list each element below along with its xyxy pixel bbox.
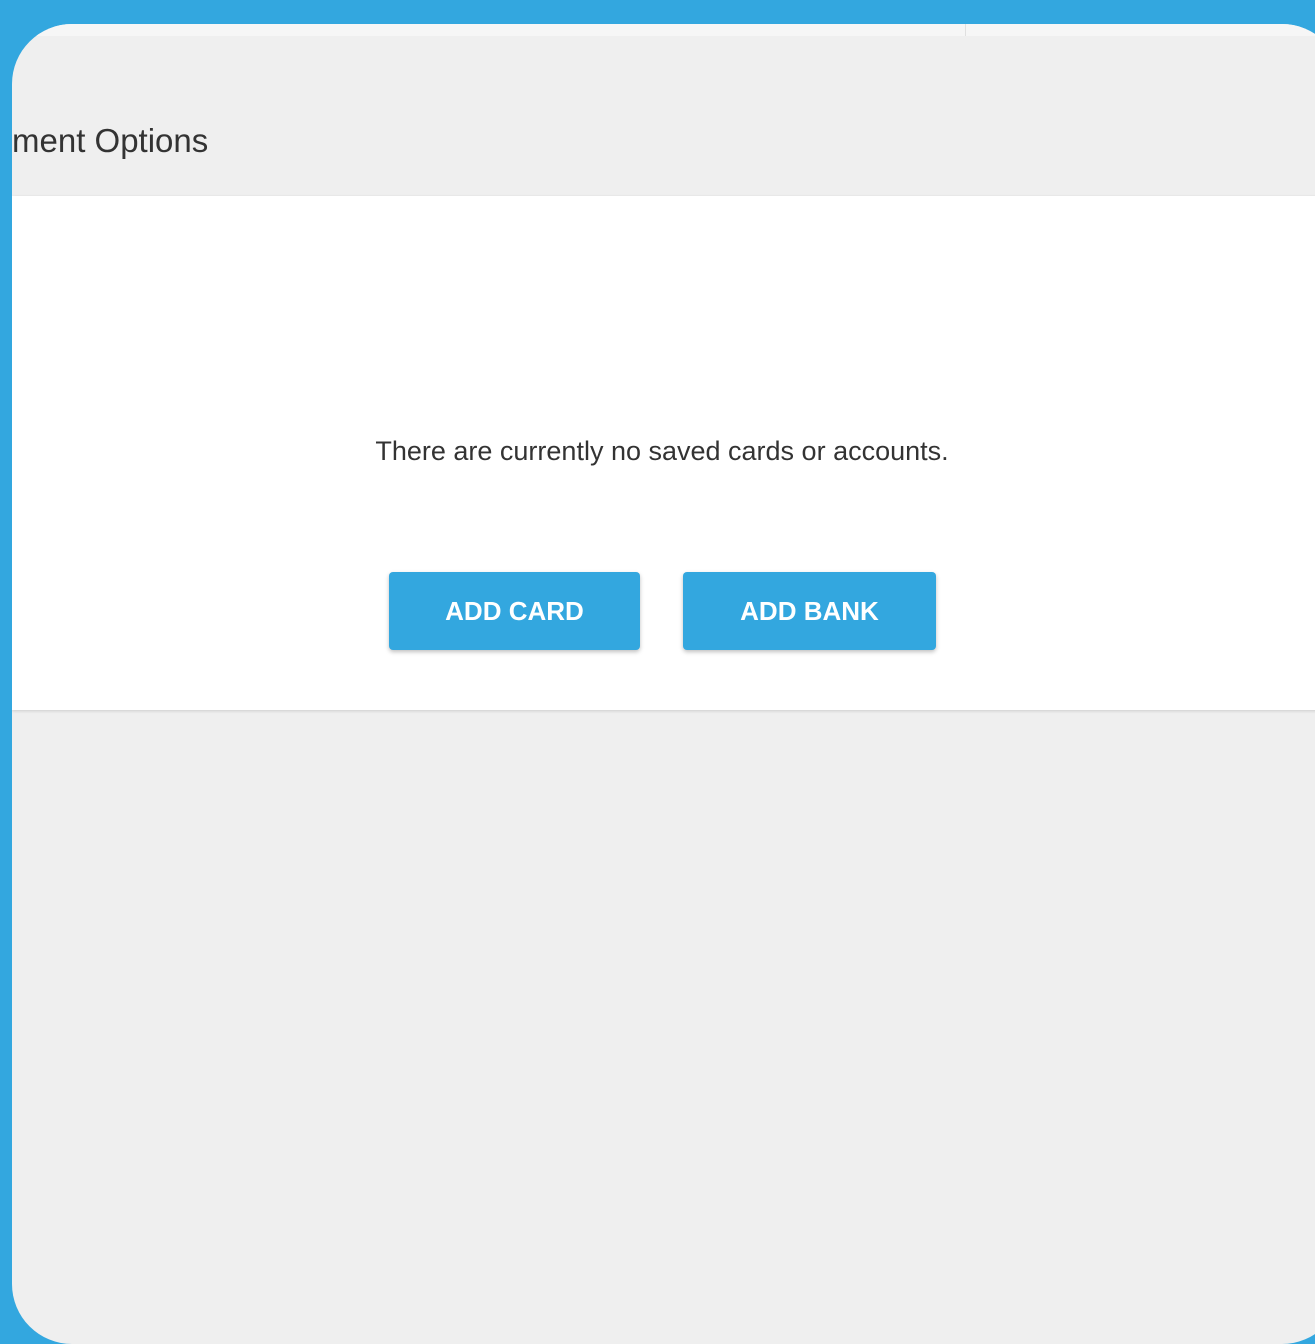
empty-state-message: There are currently no saved cards or ac… bbox=[375, 436, 949, 466]
top-bar bbox=[12, 24, 1315, 36]
add-card-button[interactable]: ADD CARD bbox=[389, 572, 640, 650]
app-window: ment Options There are currently no save… bbox=[12, 24, 1315, 1344]
payment-options-panel: There are currently no saved cards or ac… bbox=[12, 196, 1315, 710]
page-title: ment Options bbox=[12, 122, 209, 159]
top-bar-divider bbox=[965, 24, 966, 36]
payment-actions: ADD CARD ADD BANK bbox=[389, 572, 936, 650]
add-bank-button[interactable]: ADD BANK bbox=[683, 572, 936, 650]
